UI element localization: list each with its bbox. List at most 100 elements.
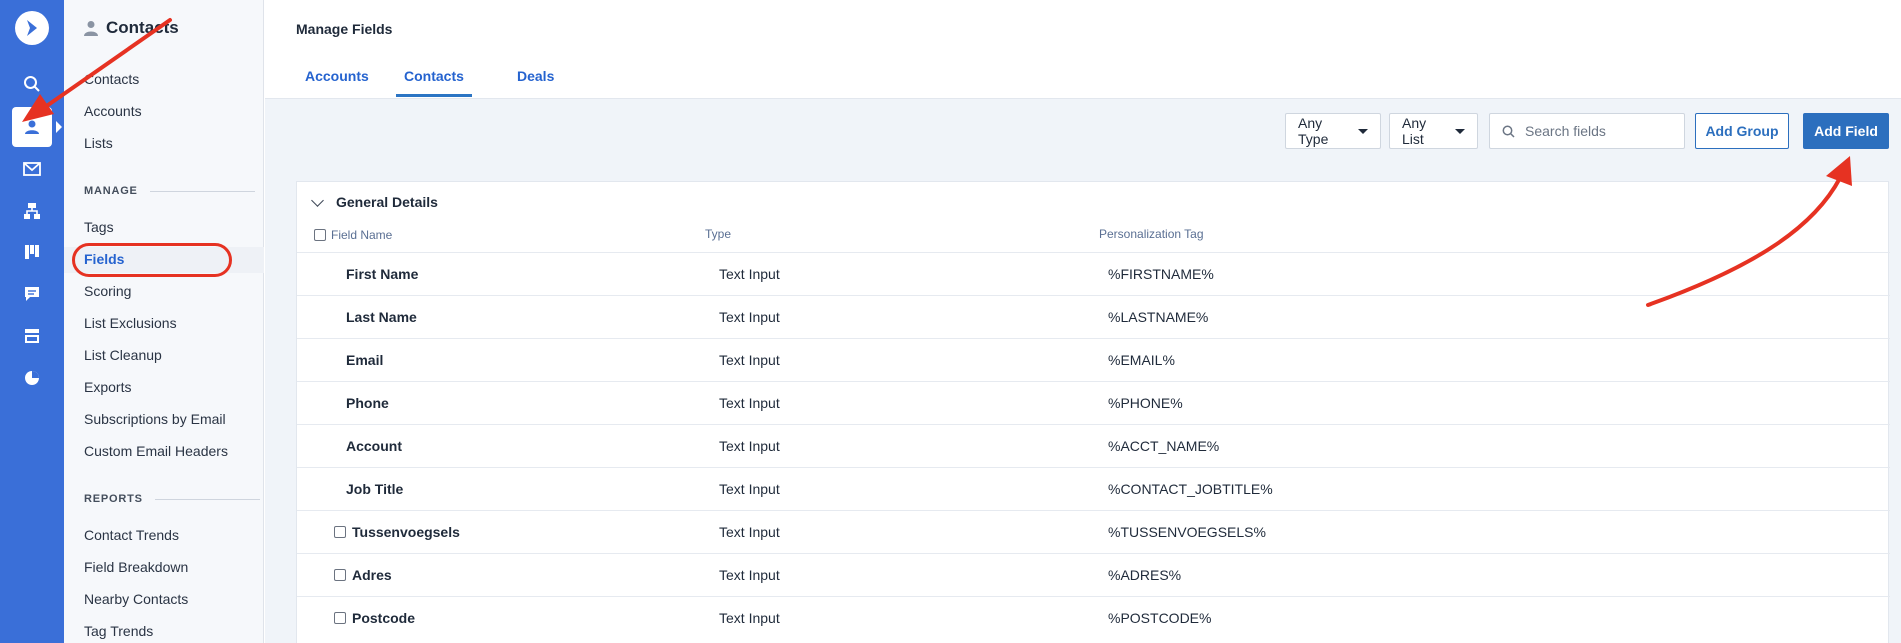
column-header-field-name: Field Name — [314, 228, 392, 242]
table-row[interactable]: Phone Text Input %PHONE% — [297, 381, 1890, 424]
annotation-circle — [72, 243, 232, 277]
field-group-panel: General Details Field Name Type Personal… — [296, 181, 1890, 643]
website-icon[interactable] — [0, 316, 64, 356]
field-name: Postcode — [352, 610, 416, 626]
field-type: Text Input — [719, 610, 780, 626]
select-all-checkbox[interactable] — [314, 229, 326, 241]
field-name: Last Name — [346, 309, 417, 325]
row-checkbox[interactable] — [334, 569, 346, 581]
column-header-personalization-tag: Personalization Tag — [1099, 227, 1204, 241]
group-header[interactable]: General Details — [311, 193, 438, 210]
sidebar-item-exports[interactable]: Exports — [84, 379, 131, 395]
row-checkbox[interactable] — [334, 526, 346, 538]
tab-deals[interactable]: Deals — [517, 68, 554, 84]
sidebar-item-contacts[interactable]: Contacts — [84, 71, 139, 87]
field-name: Tussenvoegsels — [352, 524, 460, 540]
table-row[interactable]: Email Text Input %EMAIL% — [297, 338, 1890, 381]
field-tag: %PHONE% — [1108, 395, 1183, 411]
type-filter-dropdown[interactable]: Any Type — [1285, 113, 1381, 149]
field-name: Job Title — [346, 481, 404, 497]
page-header: Manage Fields Accounts Contacts Deals — [265, 0, 1901, 99]
sidebar-item-scoring[interactable]: Scoring — [84, 283, 131, 299]
search-box — [1489, 113, 1685, 149]
sidebar-item-lists[interactable]: Lists — [84, 135, 113, 151]
search-input[interactable] — [1525, 123, 1675, 139]
table-row[interactable]: Adres Text Input %ADRES% — [297, 553, 1890, 596]
sidebar-item-contact-trends[interactable]: Contact Trends — [84, 527, 179, 543]
field-type: Text Input — [719, 309, 780, 325]
secondary-sidebar: Contacts Contacts Accounts Lists MANAGE … — [64, 0, 264, 643]
manage-section-label: MANAGE — [84, 185, 255, 197]
field-name: Adres — [352, 567, 392, 583]
tab-contacts[interactable]: Contacts — [396, 68, 472, 97]
manage-label: MANAGE — [84, 185, 138, 197]
sidebar-title: Contacts — [84, 18, 179, 38]
field-tag: %EMAIL% — [1108, 352, 1175, 368]
sidebar-item-accounts[interactable]: Accounts — [84, 103, 142, 119]
search-icon[interactable] — [0, 64, 64, 104]
sidebar-item-field-breakdown[interactable]: Field Breakdown — [84, 559, 188, 575]
field-name-cell: Adres — [334, 567, 392, 583]
table-row[interactable]: Tussenvoegsels Text Input %TUSSENVOEGSEL… — [297, 510, 1890, 553]
person-icon — [84, 21, 98, 36]
field-tag: %ADRES% — [1108, 567, 1182, 583]
field-type: Text Input — [719, 266, 780, 282]
add-field-button[interactable]: Add Field — [1803, 113, 1889, 149]
sidebar-item-tags[interactable]: Tags — [84, 219, 114, 235]
automations-icon[interactable] — [0, 191, 64, 231]
column-header-type: Type — [705, 227, 732, 241]
sidebar-item-custom-email-headers[interactable]: Custom Email Headers — [84, 443, 228, 459]
field-type: Text Input — [719, 395, 780, 411]
field-name-cell: Tussenvoegsels — [334, 524, 460, 540]
table-row[interactable]: Postcode Text Input %POSTCODE% — [297, 596, 1890, 639]
column-label: Field Name — [331, 228, 393, 242]
divider — [154, 498, 260, 500]
field-type: Text Input — [719, 438, 780, 454]
type-filter-label: Any Type — [1298, 115, 1329, 147]
sidebar-item-nearby-contacts[interactable]: Nearby Contacts — [84, 591, 188, 607]
table-row[interactable]: First Name Text Input %FIRSTNAME% — [297, 252, 1890, 295]
field-tag: %TUSSENVOEGSELS% — [1108, 524, 1266, 540]
field-tag: %POSTCODE% — [1108, 610, 1212, 626]
chevron-down-icon[interactable] — [311, 193, 324, 207]
sidebar-item-list-exclusions[interactable]: List Exclusions — [84, 315, 177, 331]
add-group-button[interactable]: Add Group — [1695, 113, 1789, 149]
table-row[interactable]: Account Text Input %ACCT_NAME% — [297, 424, 1890, 467]
field-name: Account — [346, 438, 402, 454]
contacts-icon[interactable] — [12, 107, 62, 147]
row-checkbox[interactable] — [334, 612, 346, 624]
field-type: Text Input — [719, 481, 780, 497]
field-tag: %ACCT_NAME% — [1108, 438, 1220, 454]
list-filter-label: Any List — [1402, 115, 1427, 147]
sidebar-title-text: Contacts — [106, 18, 179, 37]
logo-icon[interactable] — [15, 11, 49, 45]
field-tag: %LASTNAME% — [1108, 309, 1209, 325]
sidebar-item-tag-trends[interactable]: Tag Trends — [84, 623, 153, 639]
reports-icon[interactable] — [0, 358, 64, 398]
field-name-cell: Postcode — [334, 610, 415, 626]
field-type: Text Input — [719, 567, 780, 583]
conversations-icon[interactable] — [0, 274, 64, 314]
tab-accounts[interactable]: Accounts — [305, 68, 369, 84]
field-tag: %FIRSTNAME% — [1108, 266, 1214, 282]
table-row[interactable]: Job Title Text Input %CONTACT_JOBTITLE% — [297, 467, 1890, 510]
sidebar-item-list-cleanup[interactable]: List Cleanup — [84, 347, 162, 363]
main-content: Manage Fields Accounts Contacts Deals An… — [265, 0, 1901, 643]
deals-icon[interactable] — [0, 232, 64, 272]
email-icon[interactable] — [0, 149, 64, 189]
field-name: Email — [346, 352, 384, 368]
sidebar-item-subscriptions-by-email[interactable]: Subscriptions by Email — [84, 411, 226, 427]
reports-section-label: REPORTS — [84, 493, 260, 505]
field-name: First Name — [346, 266, 419, 282]
field-tag: %CONTACT_JOBTITLE% — [1108, 481, 1273, 497]
reports-label: REPORTS — [84, 493, 143, 505]
field-name: Phone — [346, 395, 389, 411]
field-type: Text Input — [719, 352, 780, 368]
divider — [149, 190, 255, 192]
page-title: Manage Fields — [296, 21, 393, 37]
caret-down-icon — [1358, 128, 1368, 134]
list-filter-dropdown[interactable]: Any List — [1389, 113, 1478, 149]
caret-down-icon — [1455, 128, 1465, 134]
search-icon — [1502, 125, 1515, 138]
table-row[interactable]: Last Name Text Input %LASTNAME% — [297, 295, 1890, 338]
